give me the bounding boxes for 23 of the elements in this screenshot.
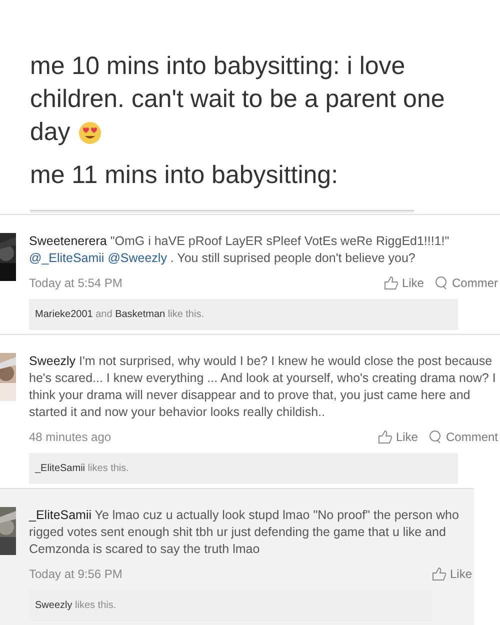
comment-link[interactable]: Comment (428, 430, 498, 444)
comment-link[interactable]: Commer (434, 276, 498, 290)
likes-text: _EliteSamii likes this. (29, 453, 458, 484)
like-link[interactable]: Like (378, 430, 418, 444)
caption-text: children. can't wait to be a parent one (30, 84, 445, 115)
timestamp: 48 minutes ago (29, 430, 112, 444)
like-link[interactable]: Like (384, 276, 424, 290)
heart-eyes-emoji-icon (78, 120, 102, 144)
thumbs-up-icon (384, 276, 398, 290)
comment-text: _EliteSamii Ye lmao cuz u actually look stupd lmao "No proof" the person who rigged votes sent enough shit tbh ur just defending the game that u like and Cemzonda is scared to say the truth lmao (29, 507, 460, 558)
like-link[interactable]: Like (432, 567, 472, 581)
likes-text: Marieke2001 and Basketman like this. (29, 299, 458, 330)
caption-text: me 11 mins into babysitting: (30, 160, 338, 191)
thumbs-up-icon (378, 430, 392, 444)
thumbs-up-icon (432, 567, 446, 581)
comment-text: Sweetenerera "OmG i haVE pRoof LayER sPleef VotEs weRe RiggEd1!!!1!" @_EliteSamii @Sweezly . You still suprised people don't believe you? (29, 233, 450, 267)
caption-text: me 10 mins into babysitting: i love (30, 51, 406, 82)
timestamp: Today at 5:54 PM (29, 276, 122, 290)
caption-text: day (30, 117, 70, 148)
comment-text: Sweezly I'm not surprised, why would I be? I knew he would close the post because he's scared... I knew everything ... And look at yourself, who's creating drama now? I think your drama will never disappear and to prove that, you just came here and started it and now your behavior looks really childish.. (29, 353, 497, 421)
timestamp: Today at 9:56 PM (29, 567, 122, 581)
speech-bubble-icon (434, 276, 448, 290)
speech-bubble-icon (428, 430, 442, 444)
